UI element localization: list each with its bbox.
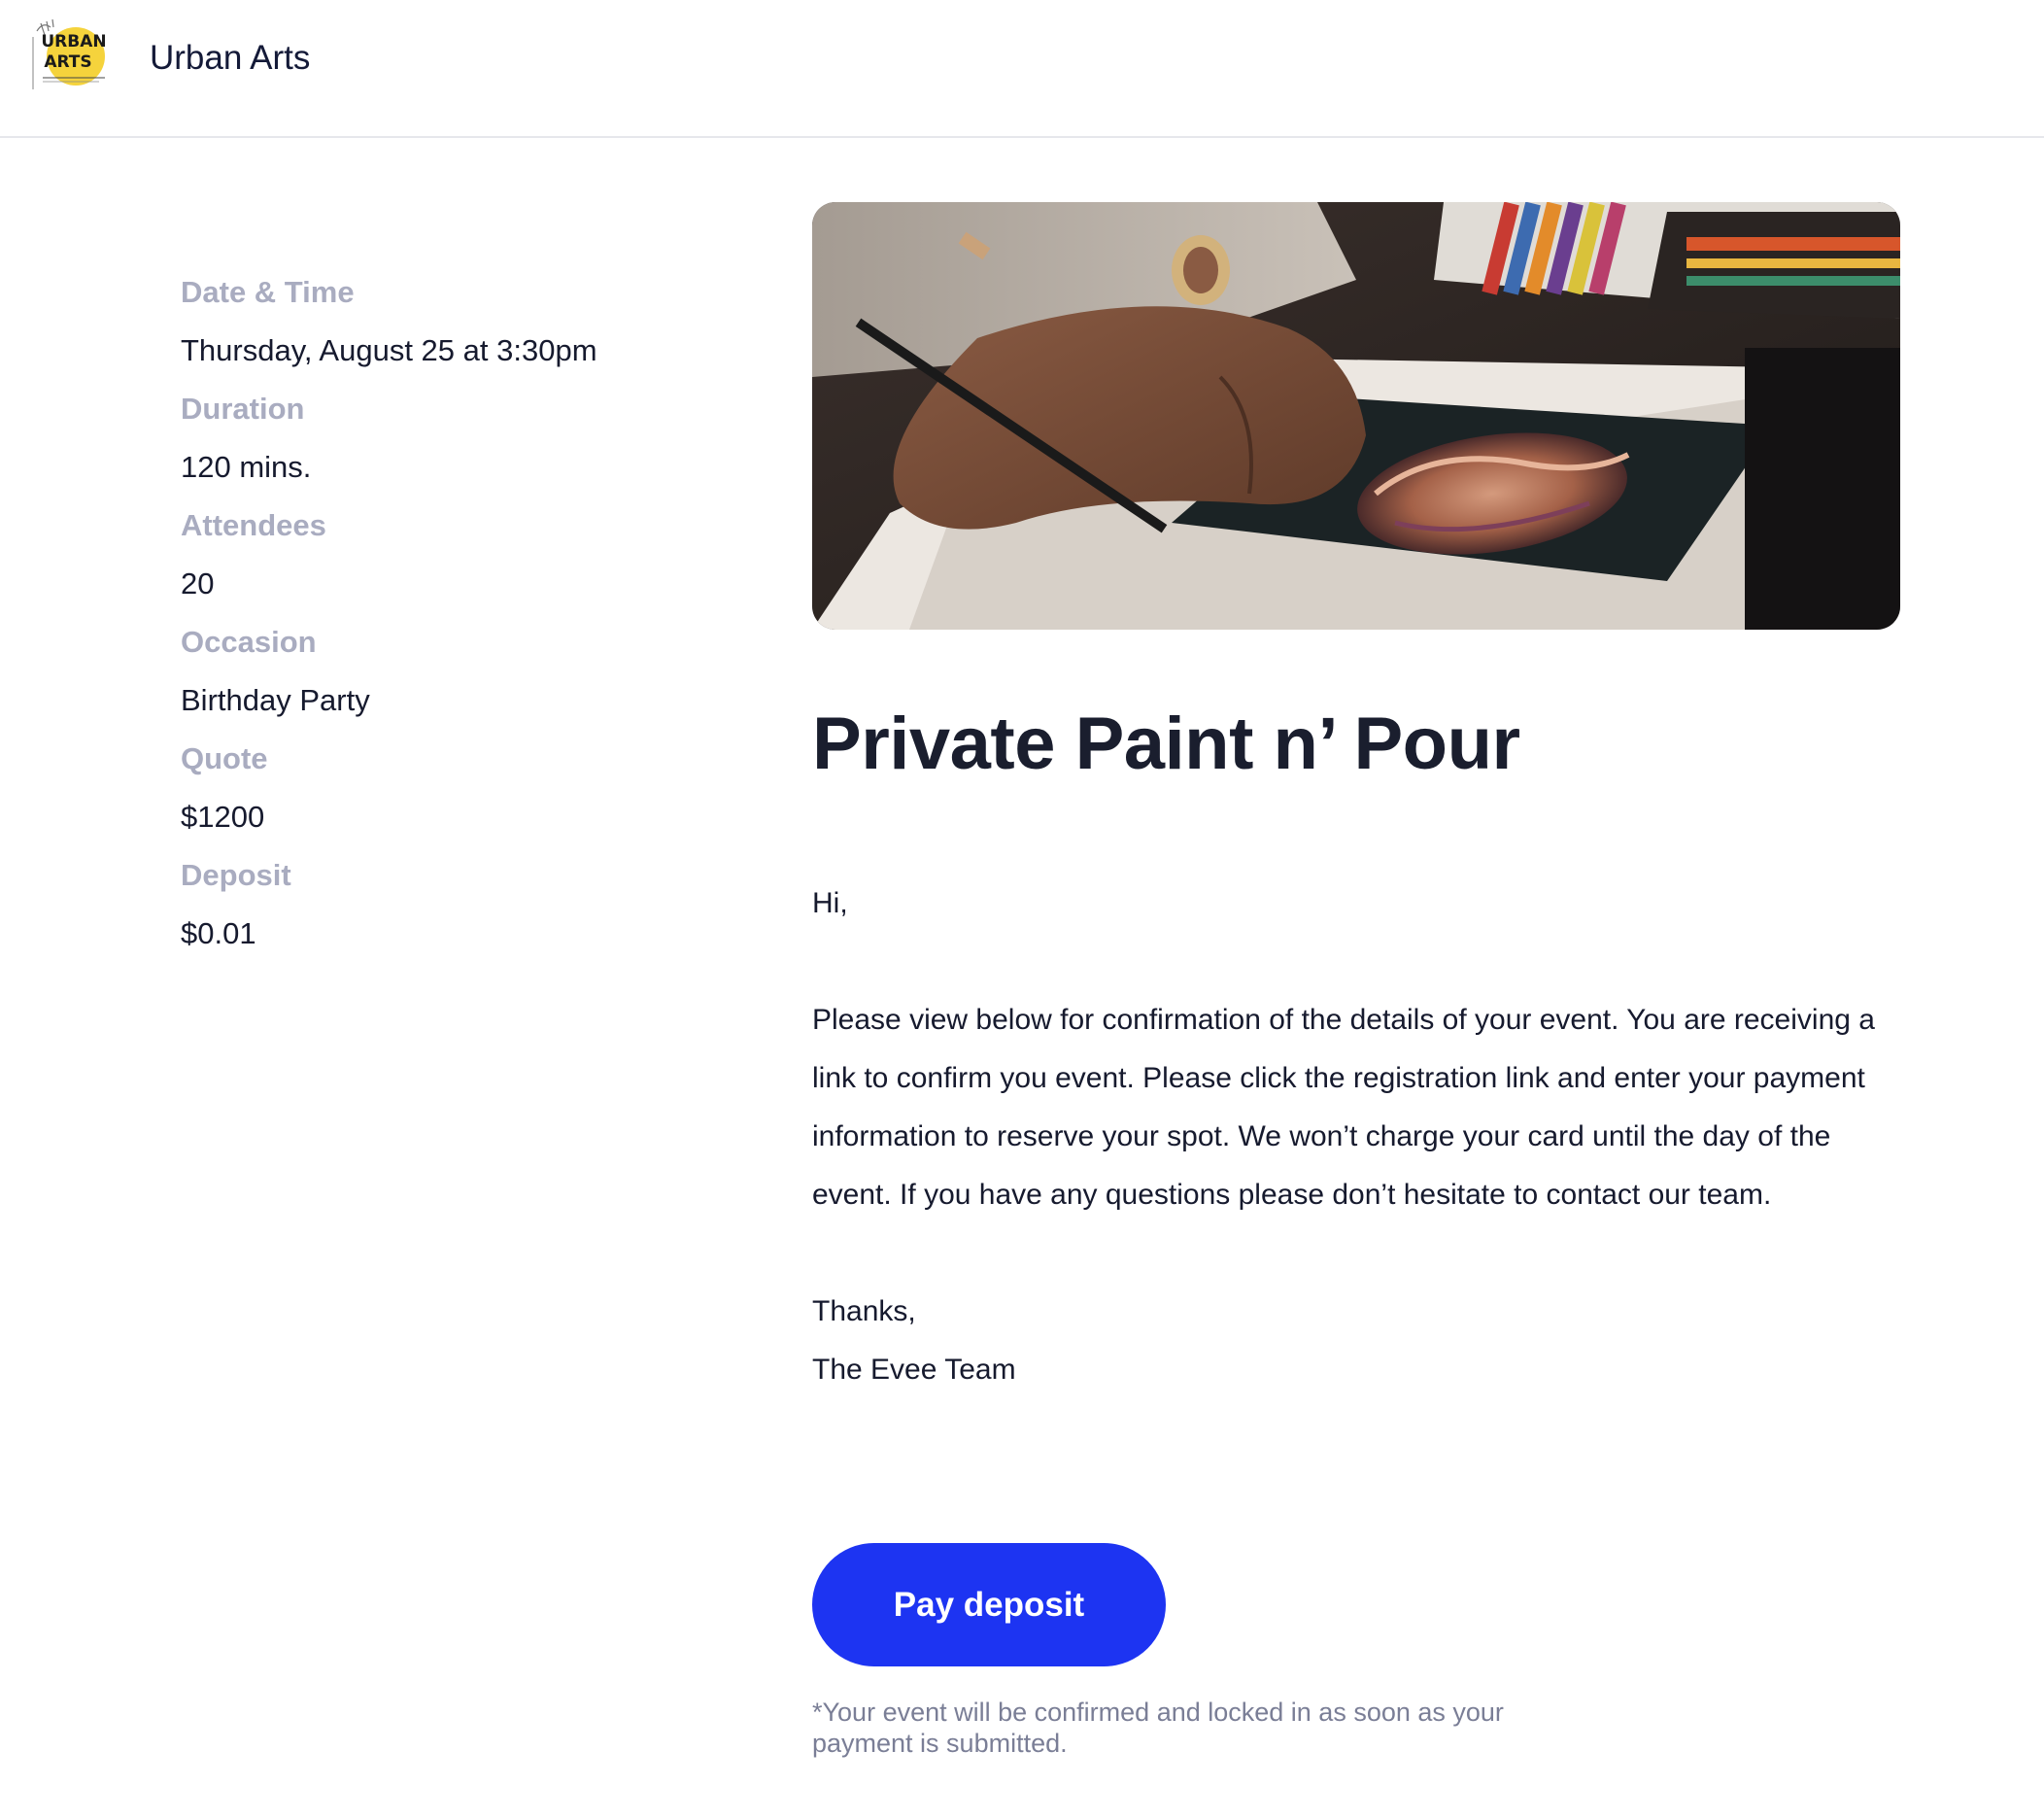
detail-value-attendees: 20: [181, 566, 215, 601]
logo-text-arts: ARTS: [44, 52, 91, 72]
detail-label-duration: Duration: [181, 392, 305, 426]
signoff-team: The Evee Team: [812, 1354, 1016, 1386]
top-bar: URBAN ARTS Urban Arts: [0, 0, 2044, 138]
detail-label-quote: Quote: [181, 741, 268, 775]
urban-arts-logo[interactable]: URBAN ARTS: [31, 14, 115, 91]
detail-value-duration: 120 mins.: [181, 450, 312, 484]
detail-value-quote: $1200: [181, 800, 265, 834]
message-body: Please view below for confirmation of th…: [812, 1004, 1875, 1211]
detail-value-occasion: Birthday Party: [181, 683, 370, 717]
logo-text-urban: URBAN: [41, 32, 106, 51]
brand-name[interactable]: Urban Arts: [150, 39, 310, 78]
detail-label-attendees: Attendees: [181, 508, 326, 542]
confirmation-note: *Your event will be confirmed and locked…: [812, 1698, 1504, 1758]
greeting-text: Hi,: [812, 887, 848, 919]
event-title: Private Paint n’ Pour: [812, 703, 1520, 785]
pay-deposit-button[interactable]: Pay deposit: [812, 1543, 1166, 1666]
event-message: Hi, Please view below for confirmation o…: [812, 875, 1900, 1399]
detail-label-deposit: Deposit: [181, 858, 291, 892]
signoff-thanks: Thanks,: [812, 1295, 916, 1327]
detail-value-deposit: $0.01: [181, 916, 256, 950]
event-hero-image: [812, 202, 1900, 630]
detail-value-date-time: Thursday, August 25 at 3:30pm: [181, 333, 597, 367]
detail-label-date-time: Date & Time: [181, 275, 355, 309]
detail-label-occasion: Occasion: [181, 625, 317, 659]
event-details-panel: Date & Time Thursday, August 25 at 3:30p…: [181, 270, 725, 970]
